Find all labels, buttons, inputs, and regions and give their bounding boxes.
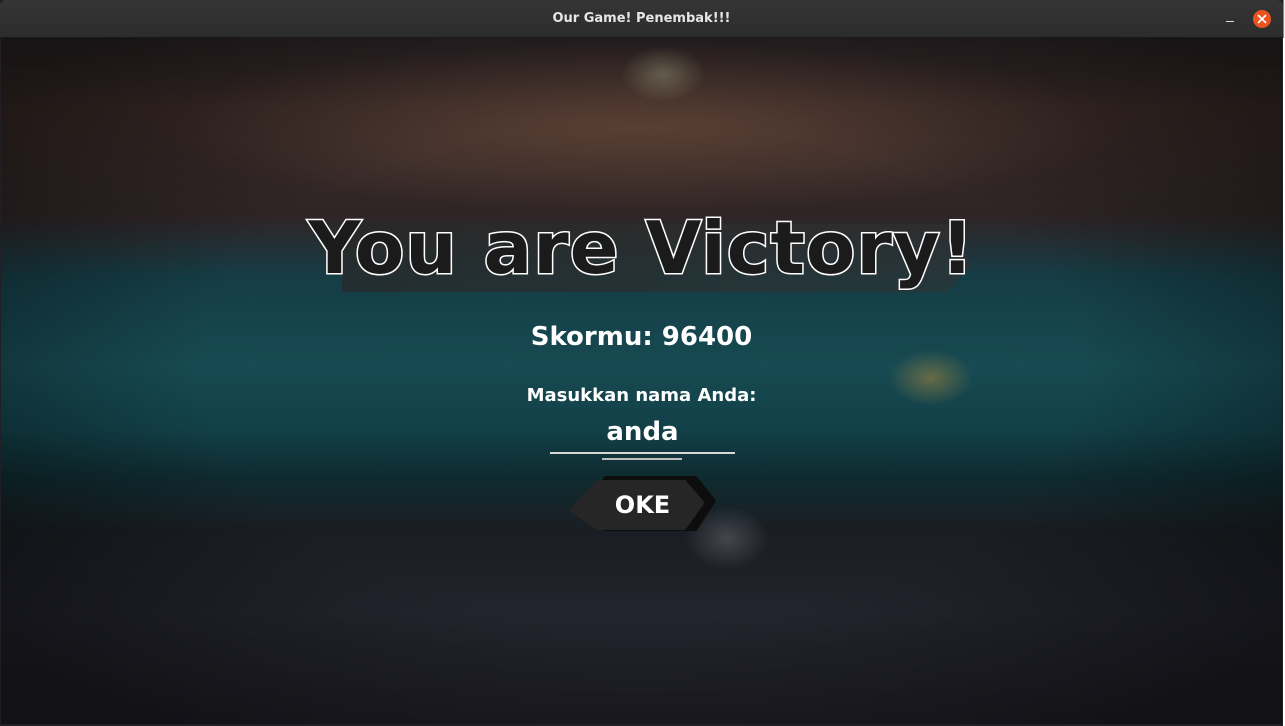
oke-button-label: OKE <box>614 491 671 519</box>
minimize-button[interactable] <box>1221 9 1239 27</box>
name-input[interactable] <box>550 412 735 454</box>
window-title: Our Game! Penembak!!! <box>552 11 731 26</box>
minimize-icon <box>1226 21 1234 22</box>
score-text: Skormu: 96400 <box>530 322 753 352</box>
game-window: Our Game! Penembak!!! You are Victory! S… <box>0 0 1285 726</box>
game-canvas: You are Victory! Skormu: 96400 Masukkan … <box>1 38 1282 724</box>
background-vignette <box>1 38 1282 724</box>
close-icon <box>1257 14 1267 24</box>
input-underline-accent <box>602 458 682 460</box>
title-bar[interactable]: Our Game! Penembak!!! <box>0 0 1283 38</box>
victory-title: You are Victory! <box>307 205 975 292</box>
name-prompt-label: Masukkan nama Anda: <box>526 385 757 406</box>
close-button[interactable] <box>1253 10 1271 28</box>
oke-button[interactable]: OKE <box>569 476 716 531</box>
